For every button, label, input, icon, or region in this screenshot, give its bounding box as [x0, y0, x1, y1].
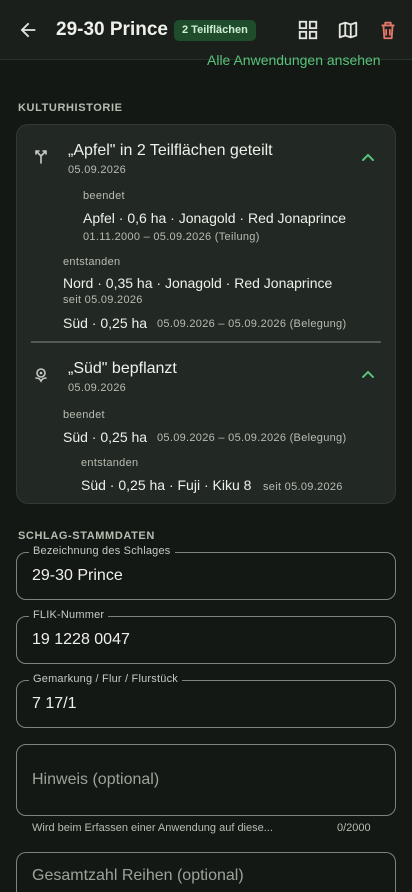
plant-icon — [35, 368, 47, 383]
flik-number-label: FLIK-Nummer — [29, 609, 109, 621]
hinweis-helper-text: Wird beim Erfassen einer Anwendung auf d… — [32, 822, 273, 834]
hinweis-placeholder: Hinweis (optional) — [32, 771, 160, 788]
event1-created-item1-since: seit 05.09.2026 — [63, 294, 143, 306]
split-icon — [35, 150, 47, 164]
reihen-field[interactable]: Gesamtzahl Reihen (optional) — [16, 852, 396, 892]
event1-ended-label: beendet — [83, 190, 125, 202]
back-arrow-icon[interactable] — [17, 19, 39, 41]
history-card — [16, 124, 396, 504]
flik-number-value: 19 1228 0047 — [32, 631, 130, 648]
schlag-name-field[interactable]: Bezeichnung des Schlages 29-30 Prince — [16, 545, 396, 600]
event2-date: 05.09.2026 — [68, 382, 127, 394]
gemarkung-value: 7 17/1 — [32, 695, 77, 712]
map-icon[interactable] — [337, 19, 359, 41]
dashboard-icon[interactable] — [297, 19, 319, 41]
event2-ended-item: Süd · 0,25 ha — [63, 429, 148, 445]
event1-date: 05.09.2026 — [68, 164, 127, 176]
history-section-label: KULTURHISTORIE — [18, 102, 123, 114]
event2-title: „Süd" bepflanzt — [68, 360, 177, 377]
chevron-up-icon[interactable] — [360, 367, 376, 383]
event1-title: „Apfel" in 2 Teilflächen geteilt — [68, 142, 273, 159]
event2-created-since: seit 05.09.2026 — [263, 481, 343, 493]
hinweis-field[interactable]: Hinweis (optional) — [16, 744, 396, 816]
delete-icon[interactable] — [377, 19, 399, 41]
schlag-name-value: 29-30 Prince — [32, 567, 123, 584]
event-divider — [31, 341, 381, 343]
gemarkung-label: Gemarkung / Flur / Flurstück — [29, 673, 182, 685]
top-app-bar: 29-30 Prince 2 Teilflächen — [0, 0, 412, 60]
event2-created-label: entstanden — [81, 457, 139, 469]
all-applications-link[interactable]: Alle Anwendungen ansehen — [207, 52, 381, 68]
gemarkung-field[interactable]: Gemarkung / Flur / Flurstück 7 17/1 — [16, 673, 396, 728]
flik-number-field[interactable]: FLIK-Nummer 19 1228 0047 — [16, 609, 396, 664]
event1-created-item1: Nord · 0,35 ha · Jonagold · Red Jonaprin… — [63, 275, 333, 291]
hinweis-char-counter: 0/2000 — [337, 822, 371, 834]
teilflaechen-badge: 2 Teilflächen — [174, 20, 256, 41]
event1-ended-range: 01.11.2000 – 05.09.2026 (Teilung) — [83, 231, 260, 243]
event1-created-label: entstanden — [63, 256, 121, 268]
event2-created-item: Süd · 0,25 ha · Fuji · Kiku 8 — [81, 477, 252, 493]
reihen-placeholder: Gesamtzahl Reihen (optional) — [32, 867, 244, 884]
event1-created-item2: Süd · 0,25 ha — [63, 315, 148, 331]
event2-ended-label: beendet — [63, 409, 105, 421]
schlag-name-label: Bezeichnung des Schlages — [29, 545, 175, 557]
event2-ended-range: 05.09.2026 – 05.09.2026 (Belegung) — [157, 432, 347, 444]
chevron-up-icon[interactable] — [360, 150, 376, 166]
stammdaten-section-label: SCHLAG-STAMMDATEN — [18, 530, 155, 542]
page-title: 29-30 Prince — [56, 19, 168, 40]
event1-created-item2-range: 05.09.2026 – 05.09.2026 (Belegung) — [157, 318, 347, 330]
event1-ended-item: Apfel · 0,6 ha · Jonagold · Red Jonaprin… — [83, 210, 347, 226]
